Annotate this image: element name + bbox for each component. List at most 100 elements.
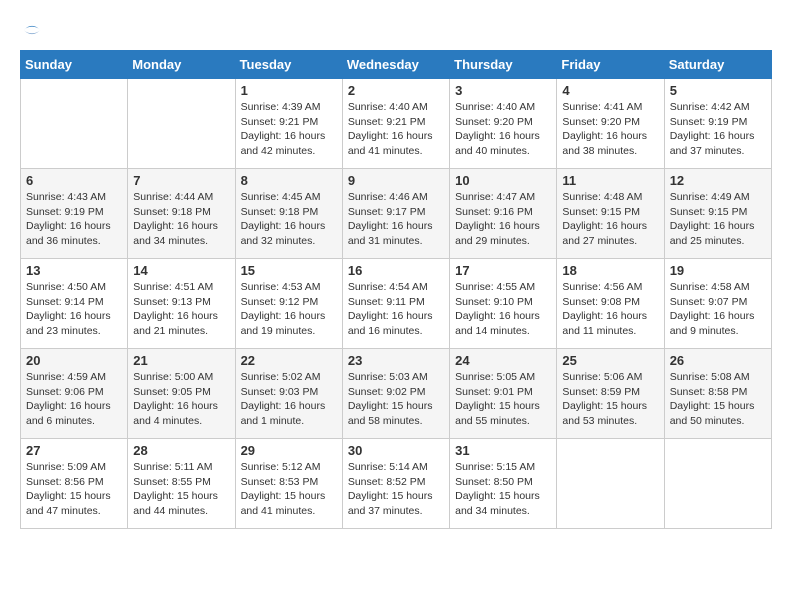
calendar-cell: 16 Sunrise: 4:54 AM Sunset: 9:11 PM Dayli… <box>342 259 449 349</box>
cell-info: Sunrise: 4:49 AM Sunset: 9:15 PM Dayligh… <box>670 190 766 249</box>
cell-info: Sunrise: 4:47 AM Sunset: 9:16 PM Dayligh… <box>455 190 551 249</box>
calendar-cell <box>21 79 128 169</box>
day-number: 26 <box>670 353 766 368</box>
calendar-cell: 30Sunrise: 5:14 AM Sunset: 8:52 PM Dayli… <box>342 439 449 529</box>
day-number: 20 <box>26 353 122 368</box>
cell-info: Sunrise: 4:41 AM Sunset: 9:20 PM Dayligh… <box>562 100 658 159</box>
day-number: 30 <box>348 443 444 458</box>
cell-info: Sunrise: 5:06 AM Sunset: 8:59 PM Dayligh… <box>562 370 658 429</box>
cell-info: Sunrise: 4:43 AM Sunset: 9:19 PM Dayligh… <box>26 190 122 249</box>
day-number: 9 <box>348 173 444 188</box>
page-header <box>20 20 772 40</box>
calendar-cell: 11 Sunrise: 4:48 AM Sunset: 9:15 PM Dayli… <box>557 169 664 259</box>
day-number: 16 <box>348 263 444 278</box>
cell-info: Sunrise: 5:15 AM Sunset: 8:50 PM Dayligh… <box>455 460 551 519</box>
cell-info: Sunrise: 4:58 AM Sunset: 9:07 PM Dayligh… <box>670 280 766 339</box>
calendar-cell <box>557 439 664 529</box>
day-header-thursday: Thursday <box>450 51 557 79</box>
day-number: 7 <box>133 173 229 188</box>
day-number: 29 <box>241 443 337 458</box>
day-header-tuesday: Tuesday <box>235 51 342 79</box>
calendar-cell: 9 Sunrise: 4:46 AM Sunset: 9:17 PM Daylig… <box>342 169 449 259</box>
calendar-cell: 25 Sunrise: 5:06 AM Sunset: 8:59 PM Dayli… <box>557 349 664 439</box>
calendar-week-row: 6Sunrise: 4:43 AM Sunset: 9:19 PM Daylig… <box>21 169 772 259</box>
calendar-cell: 21Sunrise: 5:00 AM Sunset: 9:05 PM Dayli… <box>128 349 235 439</box>
calendar-cell: 26 Sunrise: 5:08 AM Sunset: 8:58 PM Dayli… <box>664 349 771 439</box>
cell-info: Sunrise: 5:11 AM Sunset: 8:55 PM Dayligh… <box>133 460 229 519</box>
calendar-cell <box>128 79 235 169</box>
calendar-cell: 15 Sunrise: 4:53 AM Sunset: 9:12 PM Dayli… <box>235 259 342 349</box>
day-number: 24 <box>455 353 551 368</box>
calendar-table: SundayMondayTuesdayWednesdayThursdayFrid… <box>20 50 772 529</box>
day-number: 19 <box>670 263 766 278</box>
day-number: 17 <box>455 263 551 278</box>
day-number: 1 <box>241 83 337 98</box>
logo-icon <box>22 20 42 40</box>
calendar-cell: 20 Sunrise: 4:59 AM Sunset: 9:06 PM Dayli… <box>21 349 128 439</box>
calendar-week-row: 1 Sunrise: 4:39 AM Sunset: 9:21 PM Daylig… <box>21 79 772 169</box>
calendar-cell: 1 Sunrise: 4:39 AM Sunset: 9:21 PM Daylig… <box>235 79 342 169</box>
cell-info: Sunrise: 5:02 AM Sunset: 9:03 PM Dayligh… <box>241 370 337 429</box>
day-number: 2 <box>348 83 444 98</box>
day-number: 28 <box>133 443 229 458</box>
calendar-cell: 19 Sunrise: 4:58 AM Sunset: 9:07 PM Dayli… <box>664 259 771 349</box>
day-header-friday: Friday <box>557 51 664 79</box>
calendar-cell: 10 Sunrise: 4:47 AM Sunset: 9:16 PM Dayli… <box>450 169 557 259</box>
cell-info: Sunrise: 4:56 AM Sunset: 9:08 PM Dayligh… <box>562 280 658 339</box>
calendar-cell: 7Sunrise: 4:44 AM Sunset: 9:18 PM Daylig… <box>128 169 235 259</box>
cell-info: Sunrise: 4:51 AM Sunset: 9:13 PM Dayligh… <box>133 280 229 339</box>
day-number: 14 <box>133 263 229 278</box>
calendar-cell: 23Sunrise: 5:03 AM Sunset: 9:02 PM Dayli… <box>342 349 449 439</box>
calendar-cell: 28 Sunrise: 5:11 AM Sunset: 8:55 PM Dayli… <box>128 439 235 529</box>
cell-info: Sunrise: 4:54 AM Sunset: 9:11 PM Dayligh… <box>348 280 444 339</box>
calendar-cell: 14 Sunrise: 4:51 AM Sunset: 9:13 PM Dayli… <box>128 259 235 349</box>
cell-info: Sunrise: 5:05 AM Sunset: 9:01 PM Dayligh… <box>455 370 551 429</box>
calendar-cell: 5 Sunrise: 4:42 AM Sunset: 9:19 PM Daylig… <box>664 79 771 169</box>
cell-info: Sunrise: 4:59 AM Sunset: 9:06 PM Dayligh… <box>26 370 122 429</box>
calendar-week-row: 27 Sunrise: 5:09 AM Sunset: 8:56 PM Dayli… <box>21 439 772 529</box>
cell-info: Sunrise: 4:45 AM Sunset: 9:18 PM Dayligh… <box>241 190 337 249</box>
day-number: 11 <box>562 173 658 188</box>
cell-info: Sunrise: 4:39 AM Sunset: 9:21 PM Dayligh… <box>241 100 337 159</box>
day-number: 18 <box>562 263 658 278</box>
day-number: 22 <box>241 353 337 368</box>
day-header-sunday: Sunday <box>21 51 128 79</box>
calendar-cell: 29 Sunrise: 5:12 AM Sunset: 8:53 PM Dayli… <box>235 439 342 529</box>
cell-info: Sunrise: 4:40 AM Sunset: 9:20 PM Dayligh… <box>455 100 551 159</box>
day-number: 4 <box>562 83 658 98</box>
day-number: 13 <box>26 263 122 278</box>
calendar-week-row: 13 Sunrise: 4:50 AM Sunset: 9:14 PM Dayli… <box>21 259 772 349</box>
logo <box>20 20 42 40</box>
day-number: 10 <box>455 173 551 188</box>
day-header-saturday: Saturday <box>664 51 771 79</box>
calendar-cell: 24 Sunrise: 5:05 AM Sunset: 9:01 PM Dayli… <box>450 349 557 439</box>
cell-info: Sunrise: 5:03 AM Sunset: 9:02 PM Dayligh… <box>348 370 444 429</box>
cell-info: Sunrise: 5:00 AM Sunset: 9:05 PM Dayligh… <box>133 370 229 429</box>
calendar-cell: 3Sunrise: 4:40 AM Sunset: 9:20 PM Daylig… <box>450 79 557 169</box>
cell-info: Sunrise: 5:09 AM Sunset: 8:56 PM Dayligh… <box>26 460 122 519</box>
cell-info: Sunrise: 4:53 AM Sunset: 9:12 PM Dayligh… <box>241 280 337 339</box>
cell-info: Sunrise: 4:40 AM Sunset: 9:21 PM Dayligh… <box>348 100 444 159</box>
day-number: 15 <box>241 263 337 278</box>
cell-info: Sunrise: 5:12 AM Sunset: 8:53 PM Dayligh… <box>241 460 337 519</box>
day-header-monday: Monday <box>128 51 235 79</box>
calendar-cell: 2 Sunrise: 4:40 AM Sunset: 9:21 PM Daylig… <box>342 79 449 169</box>
cell-info: Sunrise: 4:46 AM Sunset: 9:17 PM Dayligh… <box>348 190 444 249</box>
cell-info: Sunrise: 4:42 AM Sunset: 9:19 PM Dayligh… <box>670 100 766 159</box>
day-header-wednesday: Wednesday <box>342 51 449 79</box>
day-number: 12 <box>670 173 766 188</box>
cell-info: Sunrise: 4:48 AM Sunset: 9:15 PM Dayligh… <box>562 190 658 249</box>
cell-info: Sunrise: 5:08 AM Sunset: 8:58 PM Dayligh… <box>670 370 766 429</box>
day-number: 31 <box>455 443 551 458</box>
day-number: 8 <box>241 173 337 188</box>
cell-info: Sunrise: 4:50 AM Sunset: 9:14 PM Dayligh… <box>26 280 122 339</box>
calendar-cell <box>664 439 771 529</box>
calendar-cell: 12 Sunrise: 4:49 AM Sunset: 9:15 PM Dayli… <box>664 169 771 259</box>
calendar-cell: 17Sunrise: 4:55 AM Sunset: 9:10 PM Dayli… <box>450 259 557 349</box>
calendar-cell: 31 Sunrise: 5:15 AM Sunset: 8:50 PM Dayli… <box>450 439 557 529</box>
calendar-cell: 8 Sunrise: 4:45 AM Sunset: 9:18 PM Daylig… <box>235 169 342 259</box>
day-number: 25 <box>562 353 658 368</box>
day-number: 27 <box>26 443 122 458</box>
day-number: 5 <box>670 83 766 98</box>
calendar-cell: 4 Sunrise: 4:41 AM Sunset: 9:20 PM Daylig… <box>557 79 664 169</box>
